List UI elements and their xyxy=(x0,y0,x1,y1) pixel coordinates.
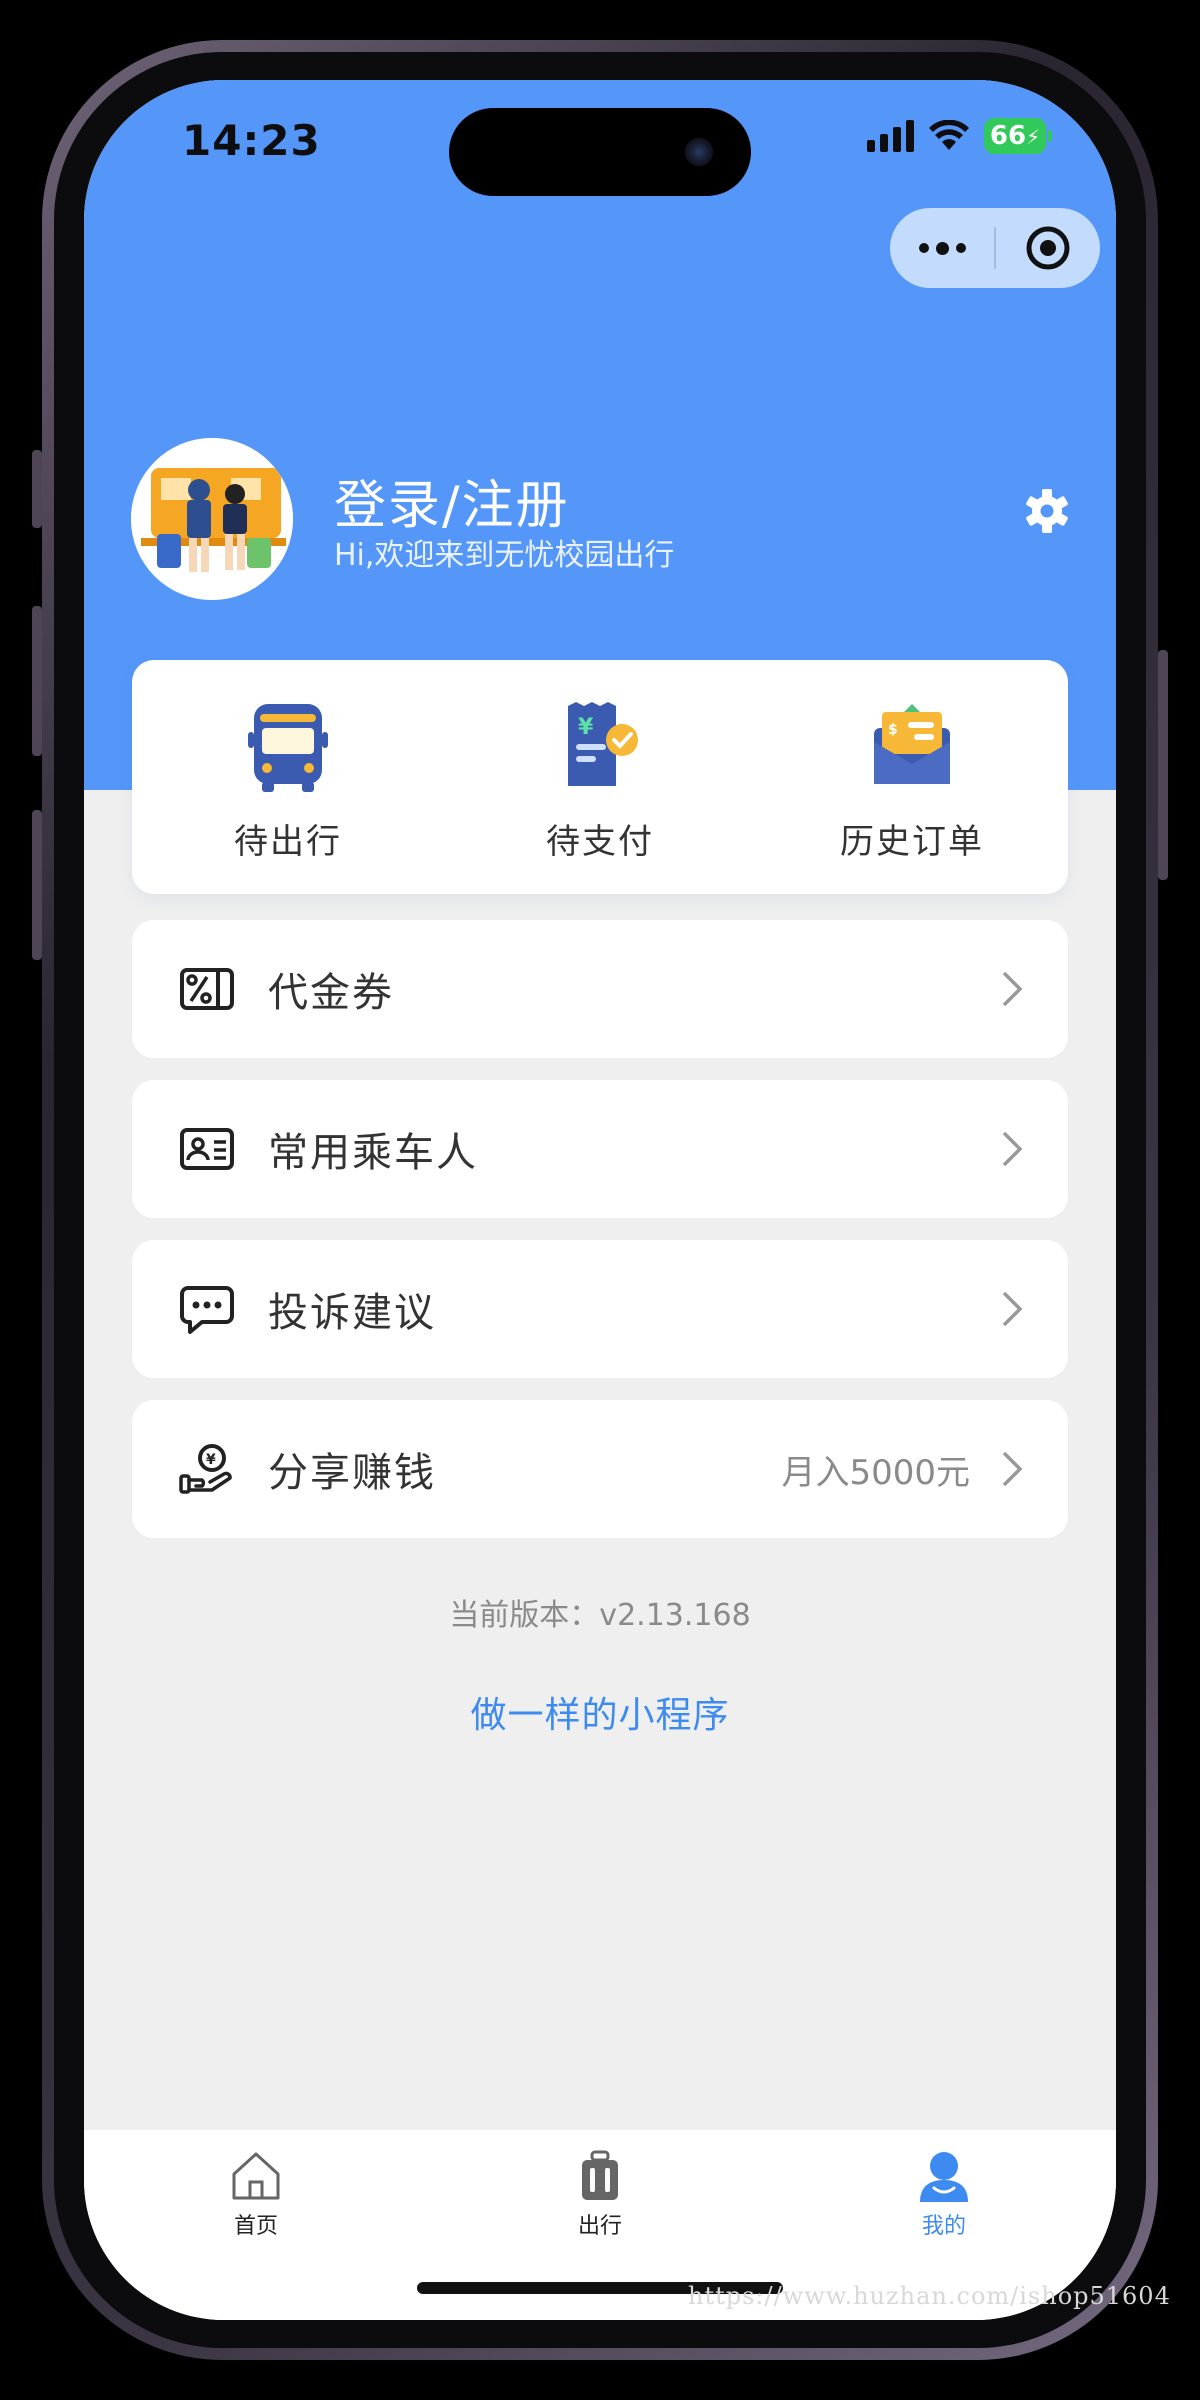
menu-row-coupons[interactable]: 代金券 xyxy=(132,920,1068,1058)
luggage-icon xyxy=(582,2150,618,2200)
watermark-text: https://www.huzhan.com/ishop51604 xyxy=(688,2282,1171,2310)
menu-label: 常用乘车人 xyxy=(268,1130,478,1176)
order-label: 待出行 xyxy=(234,822,342,862)
battery-level: 66 xyxy=(989,121,1027,151)
orders-card: 待出行 ¥ 待支付 $ 历史订单 xyxy=(132,660,1068,894)
screen: 14:23 66⚡ 登录/注册 Hi,欢迎来到无忧校园出行 待出行 ¥ 待支付 … xyxy=(84,80,1116,2320)
dynamic-island xyxy=(449,108,751,196)
order-label: 历史订单 xyxy=(840,822,984,862)
status-icons: 66⚡ xyxy=(867,118,1052,154)
hand-coin-icon: ¥ xyxy=(179,1444,232,1494)
welcome-text: Hi,欢迎来到无忧校园出行 xyxy=(334,538,675,573)
status-time: 14:23 xyxy=(182,116,321,165)
chat-bubble-icon xyxy=(180,1286,234,1334)
order-history[interactable]: $ 历史订单 xyxy=(756,660,1068,894)
volume-down-button xyxy=(32,810,42,960)
chevron-right-icon xyxy=(1002,971,1023,1007)
order-label: 待支付 xyxy=(546,822,654,862)
menu-label: 代金券 xyxy=(268,970,394,1016)
menu-label: 投诉建议 xyxy=(268,1290,436,1336)
menu-row-feedback[interactable]: 投诉建议 xyxy=(132,1240,1068,1378)
miniprogram-capsule xyxy=(890,208,1100,288)
bus-icon xyxy=(248,704,328,792)
chevron-right-icon xyxy=(1002,1131,1023,1167)
action-button xyxy=(32,450,42,528)
more-dots-icon[interactable] xyxy=(890,208,994,288)
tab-label: 出行 xyxy=(577,2214,622,2239)
volume-up-button xyxy=(32,606,42,756)
earnings-hint: 月入5000元 xyxy=(781,1452,970,1493)
gear-icon[interactable] xyxy=(1024,488,1070,534)
tab-label: 首页 xyxy=(233,2214,278,2239)
envelope-icon: $ xyxy=(874,704,950,784)
cellular-signal-icon xyxy=(867,120,914,152)
menu-row-passengers[interactable]: 常用乘车人 xyxy=(132,1080,1068,1218)
svg-text:¥: ¥ xyxy=(206,1452,216,1468)
chevron-right-icon xyxy=(1002,1451,1023,1487)
target-circle-icon[interactable] xyxy=(996,208,1100,288)
power-button xyxy=(1158,650,1168,880)
user-icon xyxy=(920,2152,968,2202)
menu-label: 分享赚钱 xyxy=(268,1450,436,1496)
id-card-icon xyxy=(180,1128,234,1170)
order-pending-payment[interactable]: ¥ 待支付 xyxy=(444,660,756,894)
avatar[interactable] xyxy=(131,438,293,600)
home-icon xyxy=(232,2152,280,2200)
order-pending-trip[interactable]: 待出行 xyxy=(132,660,444,894)
receipt-icon: ¥ xyxy=(568,702,638,786)
make-same-miniprogram-link[interactable]: 做一样的小程序 xyxy=(84,1686,1116,1738)
login-register-link[interactable]: 登录/注册 xyxy=(334,463,570,538)
tab-home[interactable]: 首页 xyxy=(84,2130,428,2320)
svg-text:¥: ¥ xyxy=(578,715,594,740)
tab-label: 我的 xyxy=(921,2214,966,2239)
front-camera-icon xyxy=(685,138,713,166)
coupon-icon xyxy=(180,968,234,1010)
svg-text:$: $ xyxy=(888,722,898,738)
battery-icon: 66⚡ xyxy=(984,118,1052,154)
wifi-icon xyxy=(929,120,969,150)
chevron-right-icon xyxy=(1002,1291,1023,1327)
menu-row-share-earn[interactable]: ¥ 分享赚钱 月入5000元 xyxy=(132,1400,1068,1538)
app-version: 当前版本：v2.13.168 xyxy=(449,1598,751,1633)
